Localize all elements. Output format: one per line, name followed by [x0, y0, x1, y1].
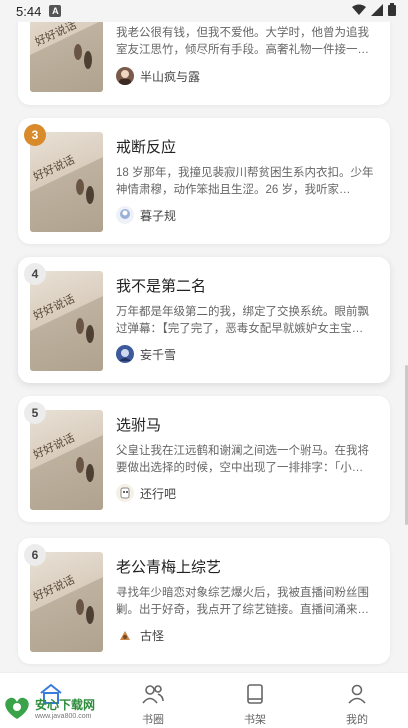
- battery-icon: [388, 3, 396, 19]
- signal-icon: [371, 3, 383, 19]
- book-description: 18 岁那年，我撞见裴寂川帮贫困生系内衣扣。少年神情肃穆，动作笨拙且生涩。26 …: [116, 167, 374, 196]
- people-icon: [141, 683, 165, 708]
- book-author[interactable]: 半山疯与露: [116, 67, 200, 85]
- status-bar: 5:44 A: [0, 0, 408, 22]
- book-description: 万年都是年级第二的我，绑定了交换系统。眼前飘过弹幕：【完了完了，恶毒女配早就嫉妒…: [116, 306, 369, 335]
- tab-bookshelf[interactable]: 书架: [204, 673, 306, 728]
- book-card[interactable]: 好好说话 6 老公青梅上综艺 寻找年少暗恋对象综艺爆火后，我被直播间粉丝围剿。出…: [18, 538, 390, 664]
- book-author[interactable]: 古怪: [116, 626, 164, 644]
- book-description: 寻找年少暗恋对象综艺爆火后，我被直播间粉丝围剿。出于好奇，我点开了综艺链接。直播…: [116, 587, 369, 616]
- status-time: 5:44: [16, 3, 42, 19]
- author-avatar: [116, 345, 134, 363]
- author-avatar: [116, 206, 134, 224]
- tab-label: 书圈: [142, 714, 164, 726]
- book-cover[interactable]: 好好说话: [30, 271, 103, 371]
- book-card[interactable]: 好好说话 3 戒断反应 18 岁那年，我撞见裴寂川帮贫困生系内衣扣。少年神情肃穆…: [18, 118, 390, 244]
- book-description: 我老公很有钱，但我不爱他。大学时，他曾为追我室友江思竹，倾尽所有手段。高奢礼物一…: [116, 27, 369, 56]
- watermark-logo-icon: [2, 695, 32, 726]
- book-author[interactable]: 还行吧: [116, 484, 176, 502]
- book-author[interactable]: 暮子规: [116, 206, 176, 224]
- author-avatar: [116, 67, 134, 85]
- wifi-icon: [352, 4, 366, 19]
- watermark: 安心下载网 www.java800.com: [2, 695, 95, 726]
- watermark-main-text: 安心下载网: [35, 697, 96, 712]
- book-card[interactable]: 好好说话 5 选驸马 父皇让我在江远鹤和谢澜之间选一个驸马。在我将要做出选择的时…: [18, 396, 390, 522]
- rank-badge: 3: [24, 124, 46, 146]
- book-title[interactable]: 戒断反应: [116, 136, 176, 157]
- book-icon: [243, 683, 267, 708]
- book-title[interactable]: 选驸马: [116, 414, 161, 435]
- tab-label: 我的: [346, 714, 368, 726]
- book-cover[interactable]: 好好说话: [30, 410, 103, 510]
- watermark-sub-text: www.java800.com: [35, 712, 92, 720]
- user-icon: [345, 683, 369, 708]
- tab-book-circle[interactable]: 书圈: [102, 673, 204, 728]
- book-author[interactable]: 妄千雪: [116, 345, 176, 363]
- author-name: 古怪: [140, 628, 165, 643]
- rank-badge: 4: [24, 263, 46, 285]
- author-name: 半山疯与露: [140, 69, 201, 84]
- book-title[interactable]: 我不是第二名: [116, 275, 206, 296]
- notification-a-icon: A: [49, 5, 62, 17]
- book-cover[interactable]: 好好说话: [30, 552, 103, 652]
- author-name: 暮子规: [140, 208, 177, 223]
- book-title[interactable]: 老公青梅上综艺: [116, 556, 221, 577]
- book-description: 父皇让我在江远鹤和谢澜之间选一个驸马。在我将要做出选择的时候，空中出现了一排排字…: [116, 445, 369, 474]
- author-avatar: [116, 626, 134, 644]
- author-avatar: [116, 484, 134, 502]
- tab-profile[interactable]: 我的: [306, 673, 408, 728]
- book-cover[interactable]: 好好说话: [30, 132, 103, 232]
- rank-badge: 6: [24, 544, 46, 566]
- author-name: 妄千雪: [140, 347, 177, 362]
- author-name: 还行吧: [140, 486, 177, 501]
- tab-label: 书架: [244, 714, 266, 726]
- book-card[interactable]: 好好说话 4 我不是第二名 万年都是年级第二的我，绑定了交换系统。眼前飘过弹幕：…: [18, 257, 390, 383]
- rank-badge: 5: [24, 402, 46, 424]
